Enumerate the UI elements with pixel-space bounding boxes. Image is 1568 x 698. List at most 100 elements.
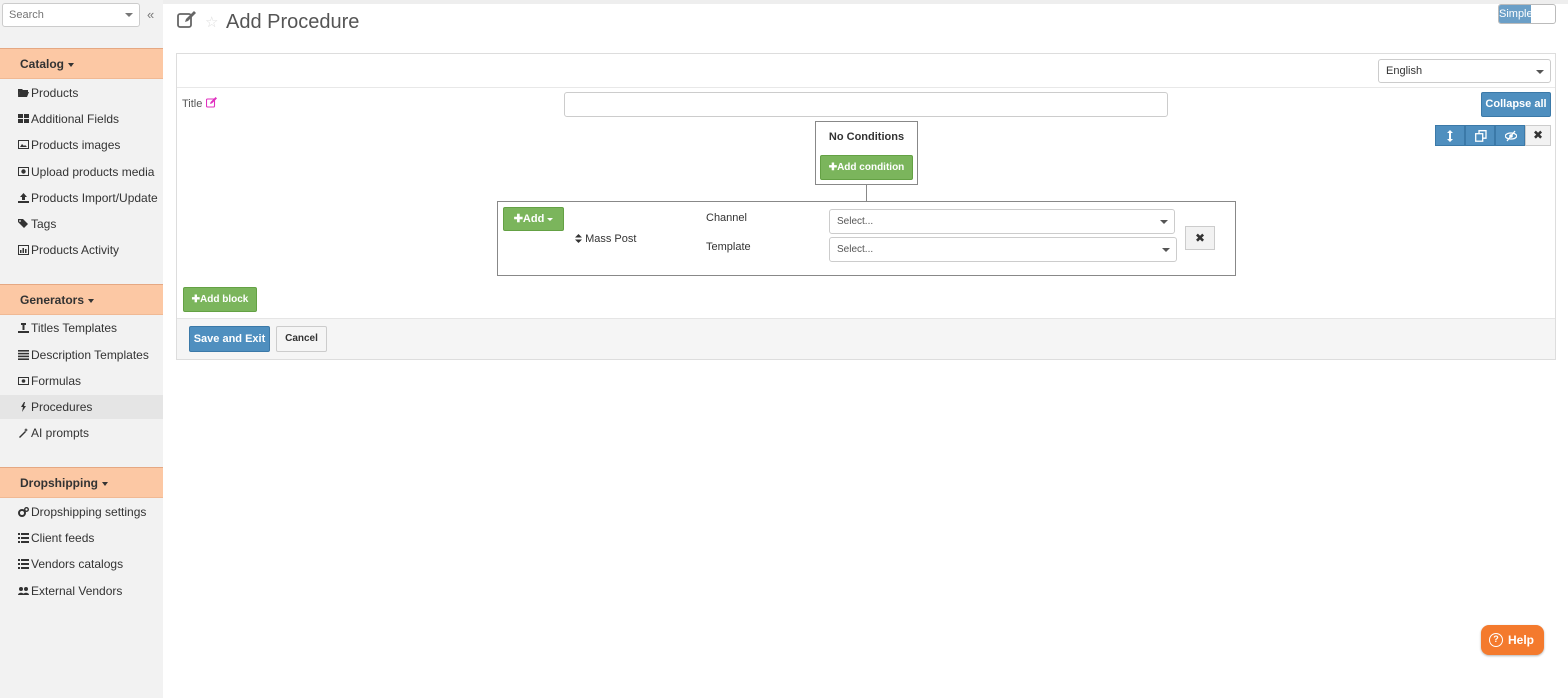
- sidebar-item-ai-prompts[interactable]: AI prompts: [0, 421, 163, 445]
- template-label: Template: [706, 241, 751, 253]
- plus-icon: ✚: [513, 213, 523, 225]
- hide-button[interactable]: [1495, 125, 1525, 146]
- sidebar-item-dropshipping-settings[interactable]: Dropshipping settings: [0, 500, 163, 524]
- search-dropdown-caret-icon[interactable]: [125, 13, 133, 17]
- procedure-form-panel: English Title Collapse all ✖ No Conditio…: [176, 53, 1556, 360]
- action-mass-post[interactable]: Mass Post: [575, 233, 636, 245]
- help-label: Help: [1508, 633, 1535, 647]
- add-condition-label: Add condition: [837, 162, 905, 173]
- upload-icon: [18, 193, 29, 203]
- sidebar-item-label: Titles Templates: [31, 321, 118, 335]
- channel-label: Channel: [706, 212, 747, 224]
- add-action-button[interactable]: ✚Add: [503, 207, 564, 231]
- section-title: Catalog: [20, 57, 65, 71]
- sidebar-item-description-templates[interactable]: Description Templates: [0, 343, 163, 367]
- sidebar-item-label: Tags: [31, 217, 57, 231]
- add-block-button[interactable]: ✚Add block: [183, 287, 257, 312]
- sidebar-item-formulas[interactable]: Formulas: [0, 369, 163, 393]
- sidebar-item-label: Additional Fields: [31, 112, 120, 126]
- sidebar-item-titles-templates[interactable]: Titles Templates: [0, 316, 163, 340]
- sidebar-item-tags[interactable]: Tags: [0, 212, 163, 236]
- sidebar-item-label: Products Activity: [31, 243, 120, 257]
- sort-icon: [575, 234, 582, 243]
- collapse-all-button[interactable]: Collapse all: [1481, 92, 1551, 117]
- question-circle-icon: ?: [1489, 633, 1503, 647]
- sidebar-item-additional-fields[interactable]: Additional Fields: [0, 107, 163, 131]
- section-header-dropshipping[interactable]: Dropshipping: [0, 467, 163, 498]
- conditions-title: No Conditions: [828, 131, 905, 143]
- cogs-icon: [18, 507, 29, 517]
- save-and-exit-button[interactable]: Save and Exit: [189, 326, 270, 352]
- section-title: Dropshipping: [20, 476, 98, 490]
- sidebar-item-products-import-update[interactable]: Products Import/Update: [0, 186, 163, 210]
- title-label: Title: [182, 98, 203, 110]
- sidebar-item-products-images[interactable]: Products images: [0, 133, 163, 157]
- caret-down-icon: [547, 217, 554, 221]
- chevron-down-icon: [1162, 248, 1170, 252]
- sidebar-item-upload-products-media[interactable]: Upload products media: [0, 160, 163, 184]
- cancel-button[interactable]: Cancel: [276, 326, 327, 352]
- channel-select-value: Select...: [837, 216, 874, 227]
- title-input[interactable]: [564, 92, 1168, 117]
- top-strip: [163, 0, 1568, 4]
- tags-icon: [18, 219, 29, 229]
- page-title: Add Procedure: [226, 11, 360, 33]
- remove-action-button[interactable]: ✖: [1185, 226, 1215, 250]
- sidebar-item-products[interactable]: Products: [0, 81, 163, 105]
- align-justify-icon: [18, 350, 29, 360]
- sidebar-item-client-feeds[interactable]: Client feeds: [0, 526, 163, 550]
- close-block-button[interactable]: ✖: [1525, 125, 1551, 146]
- section-header-catalog[interactable]: Catalog: [0, 48, 163, 79]
- bolt-icon: [18, 402, 29, 412]
- sidebar-item-label: Upload products media: [31, 165, 155, 179]
- template-select[interactable]: Select...: [829, 237, 1177, 262]
- magic-wand-icon: [18, 428, 29, 438]
- chevron-down-icon: [1536, 70, 1544, 74]
- favorite-star-icon[interactable]: ☆: [205, 13, 218, 31]
- bar-chart-icon: [18, 245, 29, 255]
- form-footer: Save and Exit Cancel: [177, 318, 1555, 359]
- caret-down-icon: [68, 62, 75, 67]
- sidebar-item-external-vendors[interactable]: External Vendors: [0, 579, 163, 603]
- sidebar-item-label: Products: [31, 86, 79, 100]
- eye-slash-icon: [1505, 130, 1517, 142]
- language-select[interactable]: English: [1378, 59, 1551, 83]
- copy-button[interactable]: [1465, 125, 1495, 146]
- connector-line: [866, 185, 867, 202]
- sidebar-item-label: Formulas: [31, 374, 82, 388]
- move-button[interactable]: [1435, 125, 1465, 146]
- collapse-sidebar-icon[interactable]: «: [147, 7, 154, 22]
- help-button[interactable]: ? Help: [1481, 625, 1544, 655]
- image-icon: [18, 140, 29, 150]
- text-height-icon: [18, 323, 29, 333]
- sidebar-item-label: Vendors catalogs: [31, 557, 124, 571]
- section-header-generators[interactable]: Generators: [0, 284, 163, 315]
- add-condition-button[interactable]: ✚Add condition: [820, 155, 913, 180]
- sidebar-item-label: Client feeds: [31, 531, 95, 545]
- plus-icon: ✚: [191, 294, 201, 305]
- search-input[interactable]: [3, 4, 121, 26]
- channel-select[interactable]: Select...: [829, 209, 1175, 234]
- sidebar-item-label: External Vendors: [31, 584, 123, 598]
- add-action-label: Add: [522, 213, 545, 225]
- media-icon: [18, 167, 29, 177]
- sidebar-item-vendors-catalogs[interactable]: Vendors catalogs: [0, 552, 163, 576]
- search-box[interactable]: [2, 3, 140, 27]
- conditions-box: No Conditions ✚Add condition: [815, 121, 918, 185]
- sidebar-item-procedures[interactable]: Procedures: [0, 395, 163, 419]
- title-edit-icon[interactable]: [205, 97, 218, 111]
- copy-icon: [1475, 130, 1487, 142]
- list-icon: [18, 559, 29, 569]
- mode-toggle[interactable]: Simple: [1498, 4, 1556, 24]
- list-icon: [18, 533, 29, 543]
- section-title: Generators: [20, 293, 85, 307]
- arrows-vertical-icon: [1447, 130, 1453, 142]
- sidebar-item-label: Dropshipping settings: [31, 505, 147, 519]
- action-block: ✚Add Mass Post Channel Select... Templat…: [497, 201, 1236, 276]
- plus-icon: ✚: [828, 162, 838, 173]
- sidebar-item-label: Products Import/Update: [31, 191, 158, 205]
- sidebar-item-label: AI prompts: [31, 426, 90, 440]
- sidebar-item-products-activity[interactable]: Products Activity: [0, 238, 163, 262]
- sidebar-item-label: Products images: [31, 138, 121, 152]
- folder-open-icon: [18, 88, 29, 98]
